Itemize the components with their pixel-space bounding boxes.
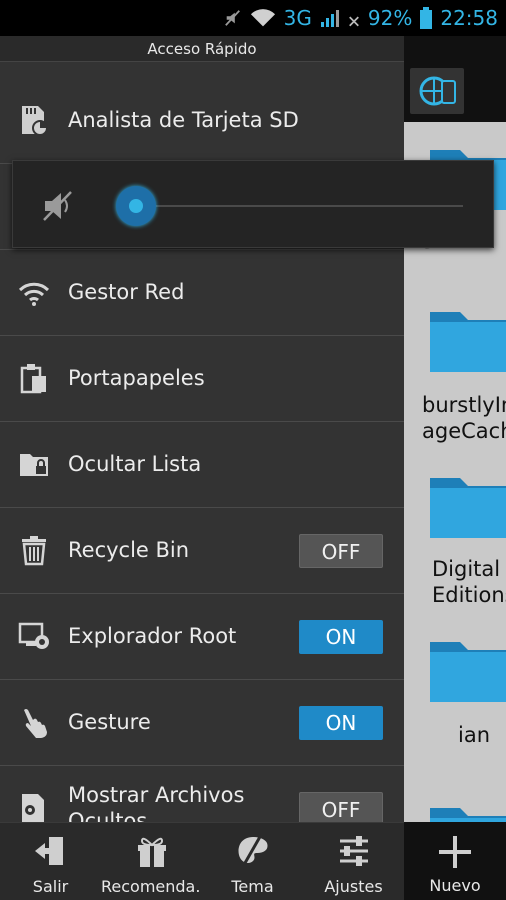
folder-icon[interactable] <box>430 632 506 702</box>
plus-icon <box>439 836 471 868</box>
volume-slider-track[interactable] <box>137 205 463 207</box>
theme-label: Tema <box>231 877 274 896</box>
drawer-item-label: Gesture <box>68 710 151 734</box>
volume-panel <box>12 160 494 248</box>
view-mode-button[interactable] <box>410 68 464 114</box>
hidden-folder-icon <box>20 454 48 476</box>
root-explorer-toggle[interactable]: ON <box>299 620 383 654</box>
gift-icon <box>137 837 166 867</box>
recommend-label: Recomenda... <box>101 877 202 896</box>
volume-slider-thumb[interactable] <box>116 186 156 226</box>
trash-icon <box>22 536 46 566</box>
network-type: 3G <box>283 6 312 30</box>
settings-button[interactable]: Ajustes <box>303 823 404 900</box>
drawer-item-label: Ocultar Lista <box>68 452 202 476</box>
status-bar: 3G 92% 22:58 <box>0 0 506 36</box>
drawer-item-gesture[interactable]: Gesture ON <box>0 680 404 766</box>
gesture-toggle[interactable]: ON <box>299 706 383 740</box>
drawer-item-sd-analyzer[interactable]: Analista de Tarjeta SD <box>0 78 404 164</box>
new-label: Nuevo <box>429 876 481 895</box>
show-hidden-files-icon <box>22 794 44 822</box>
sd-card-analyzer-icon <box>22 106 48 136</box>
root-explorer-icon <box>18 622 49 649</box>
globe-device-icon <box>419 76 456 106</box>
drawer-item-network[interactable]: Gestor Red <box>0 250 404 336</box>
no-signal-sim2-icon <box>349 16 359 27</box>
drawer-title: Acceso Rápido <box>0 36 404 62</box>
recommend-button[interactable]: Recomenda... <box>101 823 202 900</box>
folder-label: ian <box>458 723 491 747</box>
drawer-item-hide-list[interactable]: Ocultar Lista <box>0 422 404 508</box>
settings-label: Ajustes <box>324 877 383 896</box>
quick-access-drawer: Acceso Rápido Analista de Tarjeta SD Ges… <box>0 36 404 822</box>
theme-palette-icon <box>238 834 268 864</box>
wifi-icon <box>18 282 50 306</box>
mute-status-icon <box>224 10 240 26</box>
exit-icon <box>34 837 63 865</box>
clipboard-icon <box>20 364 46 394</box>
new-button[interactable]: Nuevo <box>404 822 506 900</box>
recycle-bin-toggle[interactable]: OFF <box>299 534 383 568</box>
gesture-hand-icon <box>24 709 47 738</box>
drawer-item-root-explorer[interactable]: Explorador Root ON <box>0 594 404 680</box>
signal-icon <box>320 10 339 27</box>
drawer-item-recycle-bin[interactable]: Recycle Bin OFF <box>0 508 404 594</box>
file-toolbar <box>404 36 506 122</box>
folder-label: burstlyImageCache <box>422 393 506 443</box>
wifi-status-icon <box>250 9 275 27</box>
battery-percent: 92% <box>367 6 413 30</box>
exit-button[interactable]: Salir <box>0 823 101 900</box>
volume-muted-icon[interactable] <box>41 189 75 223</box>
show-hidden-toggle[interactable]: OFF <box>299 792 383 822</box>
folder-icon[interactable] <box>430 302 506 372</box>
drawer-item-label: Portapapeles <box>68 366 205 390</box>
battery-icon <box>420 7 433 29</box>
settings-sliders-icon <box>339 836 368 866</box>
drawer-item-label: Recycle Bin <box>68 538 190 562</box>
drawer-item-clipboard[interactable]: Portapapeles <box>0 336 404 422</box>
exit-label: Salir <box>32 877 69 896</box>
drawer-item-label: Mostrar Archivos Ocultos <box>68 783 245 822</box>
bottom-toolbar: Salir Recomenda... Tema Ajustes <box>0 822 404 900</box>
drawer-item-label: Gestor Red <box>68 280 185 304</box>
folder-label: Digital Editions <box>432 557 506 607</box>
clock: 22:58 <box>440 6 498 30</box>
folder-icon[interactable] <box>430 798 506 822</box>
status-icons: 3G 92% 22:58 <box>224 0 498 36</box>
theme-button[interactable]: Tema <box>202 823 303 900</box>
drawer-item-show-hidden-files[interactable]: Mostrar Archivos Ocultos OFF <box>0 766 404 822</box>
drawer-item-label: Explorador Root <box>68 624 237 648</box>
folder-icon[interactable] <box>430 468 506 538</box>
drawer-item-label: Analista de Tarjeta SD <box>68 108 299 132</box>
